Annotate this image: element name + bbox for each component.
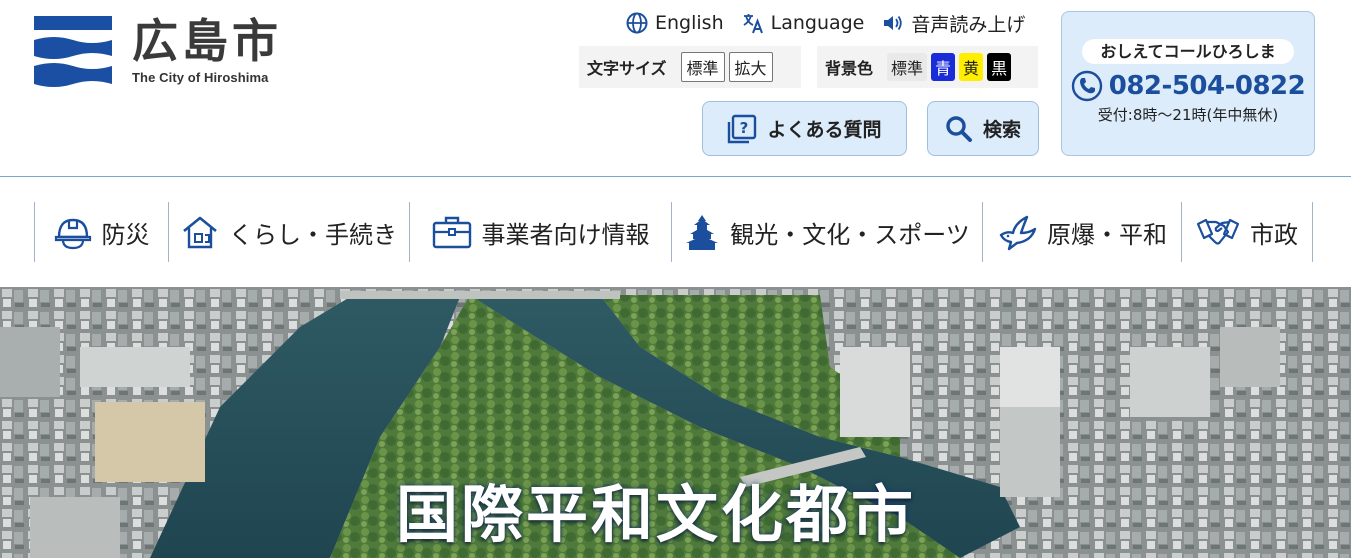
text-to-speech-link[interactable]: 音声読み上げ [882, 10, 1025, 37]
nav-item-label: くらし・手続き [229, 220, 397, 249]
nav-item-disaster-prevention[interactable]: 防災 [34, 202, 168, 262]
utility-links: English Language 音声読み上げ [626, 10, 1043, 36]
language-link-label: Language [770, 12, 865, 34]
language-link[interactable]: Language [742, 12, 865, 34]
svg-text:?: ? [740, 119, 749, 137]
nav-item-label: 市政 [1250, 220, 1298, 249]
font-size-panel: 文字サイズ 標準 拡大 [579, 46, 801, 88]
logo-name-ja: 広島市 [132, 14, 282, 68]
hero-banner: 国際平和文化都市 [0, 287, 1351, 558]
english-link[interactable]: English [626, 12, 724, 34]
bg-color-yellow-button[interactable]: 黄 [959, 53, 984, 81]
bg-color-blue-button[interactable]: 青 [931, 53, 956, 81]
search-label: 検索 [982, 119, 1021, 141]
font-size-standard-button[interactable]: 標準 [680, 52, 725, 82]
font-size-label: 文字サイズ [587, 59, 667, 78]
hiroshima-wave-logo-icon [34, 16, 112, 87]
logo-name-en: The City of Hiroshima [132, 70, 269, 85]
bg-color-label: 背景色 [825, 59, 874, 78]
nav-item-atomic-bomb-peace[interactable]: 原爆・平和 [982, 202, 1181, 262]
hero-title: 国際平和文化都市 [396, 478, 917, 551]
nav-item-business-info[interactable]: 事業者向け情報 [409, 202, 671, 262]
globe-icon [626, 12, 648, 34]
english-link-label: English [655, 12, 724, 34]
nav-item-label: 防災 [101, 220, 150, 249]
bg-color-standard-button[interactable]: 標準 [887, 53, 928, 81]
nav-item-label: 観光・文化・スポーツ [730, 220, 970, 249]
house-icon [183, 216, 217, 249]
font-size-large-button[interactable]: 拡大 [728, 52, 773, 82]
site-logo[interactable]: 広島市 The City of Hiroshima [34, 12, 282, 88]
call-center-title: おしえてコールひろしま [1082, 39, 1294, 64]
call-center-box: おしえてコールひろしま 082-504-0822 受付:8時～21時(年中無休) [1061, 11, 1315, 156]
nav-item-living-procedures[interactable]: くらし・手続き [168, 202, 409, 262]
handshake-icon [1196, 218, 1240, 245]
bg-color-panel: 背景色 標準 青 黄 黒 [817, 46, 1038, 88]
helmet-icon [54, 218, 91, 250]
dove-icon [999, 215, 1037, 251]
text-to-speech-label: 音声読み上げ [911, 13, 1026, 36]
call-center-phone: 082-504-0822 [1108, 71, 1306, 101]
translate-icon [743, 14, 763, 34]
call-center-phone-link[interactable]: 082-504-0822 [1062, 70, 1314, 102]
faq-icon: ? [728, 114, 757, 143]
phone-icon [1071, 70, 1102, 102]
nav-item-label: 原爆・平和 [1047, 220, 1167, 249]
nav-item-label: 事業者向け情報 [481, 220, 650, 249]
speaker-icon [884, 15, 903, 31]
global-nav: 防災 くらし・手続き 事業者向け情報 観光・文化・スポーツ 原爆・平和 市政 [0, 177, 1351, 287]
castle-icon [686, 215, 719, 250]
bg-color-black-button[interactable]: 黒 [987, 53, 1012, 81]
nav-item-tourism-culture-sports[interactable]: 観光・文化・スポーツ [671, 202, 982, 262]
faq-label: よくある質問 [767, 119, 882, 141]
faq-button[interactable]: ? よくある質問 [702, 101, 907, 156]
search-button[interactable]: 検索 [927, 101, 1039, 156]
call-center-hours: 受付:8時～21時(年中無休) [1097, 106, 1279, 124]
nav-item-city-administration[interactable]: 市政 [1181, 202, 1313, 262]
search-icon [946, 115, 972, 142]
briefcase-icon [432, 216, 471, 249]
